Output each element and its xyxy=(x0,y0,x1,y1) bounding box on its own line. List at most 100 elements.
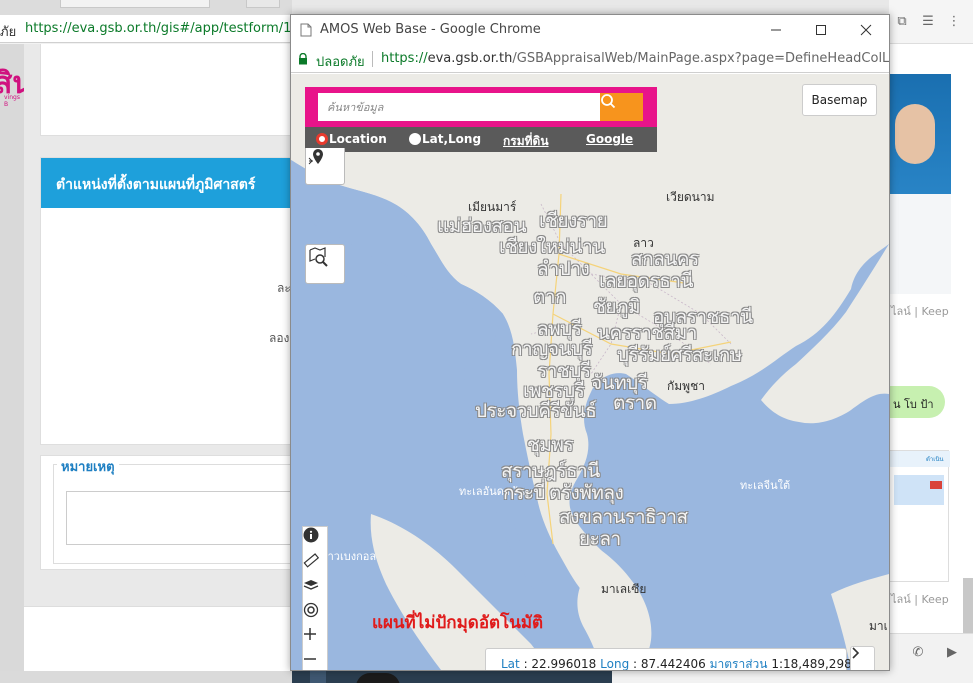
sumatra-island xyxy=(370,514,551,670)
background-tab[interactable] xyxy=(60,0,210,8)
background-left-gutter xyxy=(0,44,24,683)
photo-person-shirt xyxy=(889,194,951,294)
chat-app-window: ⧉ ☰ ⋮ ไลน์ | Keep น โบ ป้า ดำเนิน ไลน์ |… xyxy=(889,0,973,683)
radio-latlong[interactable] xyxy=(409,133,421,145)
background-location-panel: ตำแหน่งที่ตั้งตามแผนที่ภูมิศาสตร์ xyxy=(40,157,293,445)
photo-person-face xyxy=(895,104,935,164)
city-label: กระบี่ xyxy=(503,482,545,504)
search-bar xyxy=(305,87,657,127)
city-label: ลำปาง xyxy=(537,258,590,280)
layers-tool[interactable] xyxy=(303,577,327,602)
remarks-legend: หมายเหตุ xyxy=(57,456,119,477)
no-auto-pin-notice: แผนที่ไม่ปักมุดอัตโนมัติ xyxy=(372,613,544,633)
link-land-department[interactable]: กรมที่ดิน xyxy=(503,132,549,151)
map-view[interactable]: เมียนมาร์ เวียดนาม ลาว กัมพูชา มาเลเซีย … xyxy=(291,74,889,670)
sea-label-south-china: ทะเลจีนใต้ xyxy=(740,479,791,492)
country-label-malaysia: มาเลเซีย xyxy=(601,582,647,596)
coordinate-readout: Lat : 22.996018 Long : 87.442406 มาตราส่… xyxy=(485,648,852,670)
minus-icon xyxy=(304,658,316,660)
option-location-label: Location xyxy=(329,132,387,146)
zoom-search-button[interactable] xyxy=(305,244,345,284)
location-panel-heading: ตำแหน่งที่ตั้งตามแผนที่ภูมิศาสตร์ xyxy=(41,158,293,208)
chat-bottom-bar: ✆ ▶ xyxy=(889,633,973,683)
search-options: Location Lat,Long กรมที่ดิน Google xyxy=(305,127,657,152)
remarks-textarea[interactable] xyxy=(66,491,292,545)
city-label: ยะลา xyxy=(579,528,621,550)
plus-icon xyxy=(304,628,316,640)
expand-readout-button[interactable] xyxy=(850,646,875,670)
zoom-in-button[interactable] xyxy=(303,627,327,652)
window-title: AMOS Web Base - Google Chrome xyxy=(320,22,541,37)
taskbar-avatar[interactable] xyxy=(356,673,400,683)
search-icon xyxy=(601,94,616,109)
chat-card-label: ดำเนิน xyxy=(926,456,944,463)
more-icon[interactable]: ⋮ xyxy=(947,15,961,29)
taskbar-light-area xyxy=(612,671,889,683)
background-status-bar xyxy=(0,671,292,683)
country-label-cambodia: กัมพูชา xyxy=(667,379,705,393)
scale-value: 1:18,489,298 xyxy=(771,657,852,670)
long-value: 87.442406 xyxy=(640,657,706,670)
info-tool[interactable] xyxy=(303,527,327,552)
address-separator xyxy=(372,51,373,67)
chat-bubble[interactable]: น โบ ป้า xyxy=(889,386,945,418)
option-latlong[interactable]: Lat,Long xyxy=(409,132,481,146)
notes-icon[interactable]: ☰ xyxy=(921,15,935,29)
chat-photo-message[interactable] xyxy=(889,74,951,294)
background-footer-area xyxy=(24,606,292,671)
city-label: ตราด xyxy=(613,392,657,414)
zoom-out-button[interactable] xyxy=(303,652,327,670)
amos-popup-window: AMOS Web Base - Google Chrome ปลอดภัย ht… xyxy=(290,14,890,671)
close-icon xyxy=(860,24,872,36)
scale-label: มาตราส่วน xyxy=(709,657,768,670)
gsb-logo-subtext: vings B xyxy=(4,94,20,108)
taskbar-app-icon[interactable] xyxy=(310,671,326,683)
copy-icon[interactable]: ⧉ xyxy=(895,15,909,29)
minimize-button[interactable] xyxy=(756,19,796,41)
window-titlebar[interactable]: AMOS Web Base - Google Chrome xyxy=(291,15,889,45)
option-location[interactable]: Location xyxy=(316,132,387,146)
lock-icon xyxy=(299,53,307,65)
search-button[interactable] xyxy=(600,93,643,121)
chat-card-header: ดำเนิน xyxy=(890,451,950,467)
map-search-icon xyxy=(309,247,328,267)
locate-tool[interactable] xyxy=(303,602,327,627)
search-panel: Location Lat,Long กรมที่ดิน Google xyxy=(305,87,657,167)
chevron-right-icon xyxy=(852,647,860,659)
chat-message-meta: ไลน์ | Keep xyxy=(891,305,949,318)
page-url[interactable]: https://eva.gsb.or.th/GSBAppraisalWeb/Ma… xyxy=(381,51,889,66)
chat-message-meta-2: ไลน์ | Keep xyxy=(891,593,949,606)
video-icon[interactable]: ▶ xyxy=(945,646,959,660)
maximize-button[interactable] xyxy=(801,19,841,41)
url-protocol: https:// xyxy=(381,51,428,66)
link-google[interactable]: Google xyxy=(586,132,633,146)
pin-location-button[interactable] xyxy=(305,148,345,185)
background-url[interactable]: https://eva.gsb.or.th/gis#/app/testform/… xyxy=(25,21,292,36)
map-pin-icon xyxy=(308,149,323,165)
chat-scrollbar[interactable] xyxy=(963,578,973,638)
ruler-icon xyxy=(303,553,319,568)
option-latlong-label: Lat,Long xyxy=(422,132,482,146)
longitude-field-label: ลอง xyxy=(269,331,290,345)
basemap-button[interactable]: Basemap xyxy=(802,84,877,116)
measure-tool[interactable] xyxy=(303,552,327,577)
background-address-bar[interactable]: ภัย https://eva.gsb.or.th/gis#/app/testf… xyxy=(0,15,292,43)
chrome-doc-icon xyxy=(300,23,312,37)
phone-icon[interactable]: ✆ xyxy=(911,646,925,660)
map-tools-toolbar xyxy=(302,526,328,670)
desktop: ภัย https://eva.gsb.or.th/gis#/app/testf… xyxy=(0,0,973,683)
city-label: บุรีรัมย์ศรีสะเกษ xyxy=(617,344,742,366)
radio-location-selected[interactable] xyxy=(316,133,328,145)
background-secure-label: ภัย xyxy=(0,25,17,40)
latitude-field-label: ละ xyxy=(277,281,291,295)
taskbar-strip xyxy=(292,671,889,683)
search-input[interactable] xyxy=(318,93,600,121)
address-bar[interactable]: ปลอดภัย https://eva.gsb.or.th/GSBApprais… xyxy=(291,45,889,73)
city-label: ประจวบคีรีขันธ์ xyxy=(475,400,597,422)
long-label: Long xyxy=(600,657,630,670)
gsb-logo: สิน vings B xyxy=(0,60,24,110)
close-button[interactable] xyxy=(846,19,886,41)
chat-screenshot-message[interactable]: ดำเนิน xyxy=(889,450,950,582)
background-new-tab[interactable] xyxy=(246,0,280,8)
chat-card-content xyxy=(894,475,944,505)
